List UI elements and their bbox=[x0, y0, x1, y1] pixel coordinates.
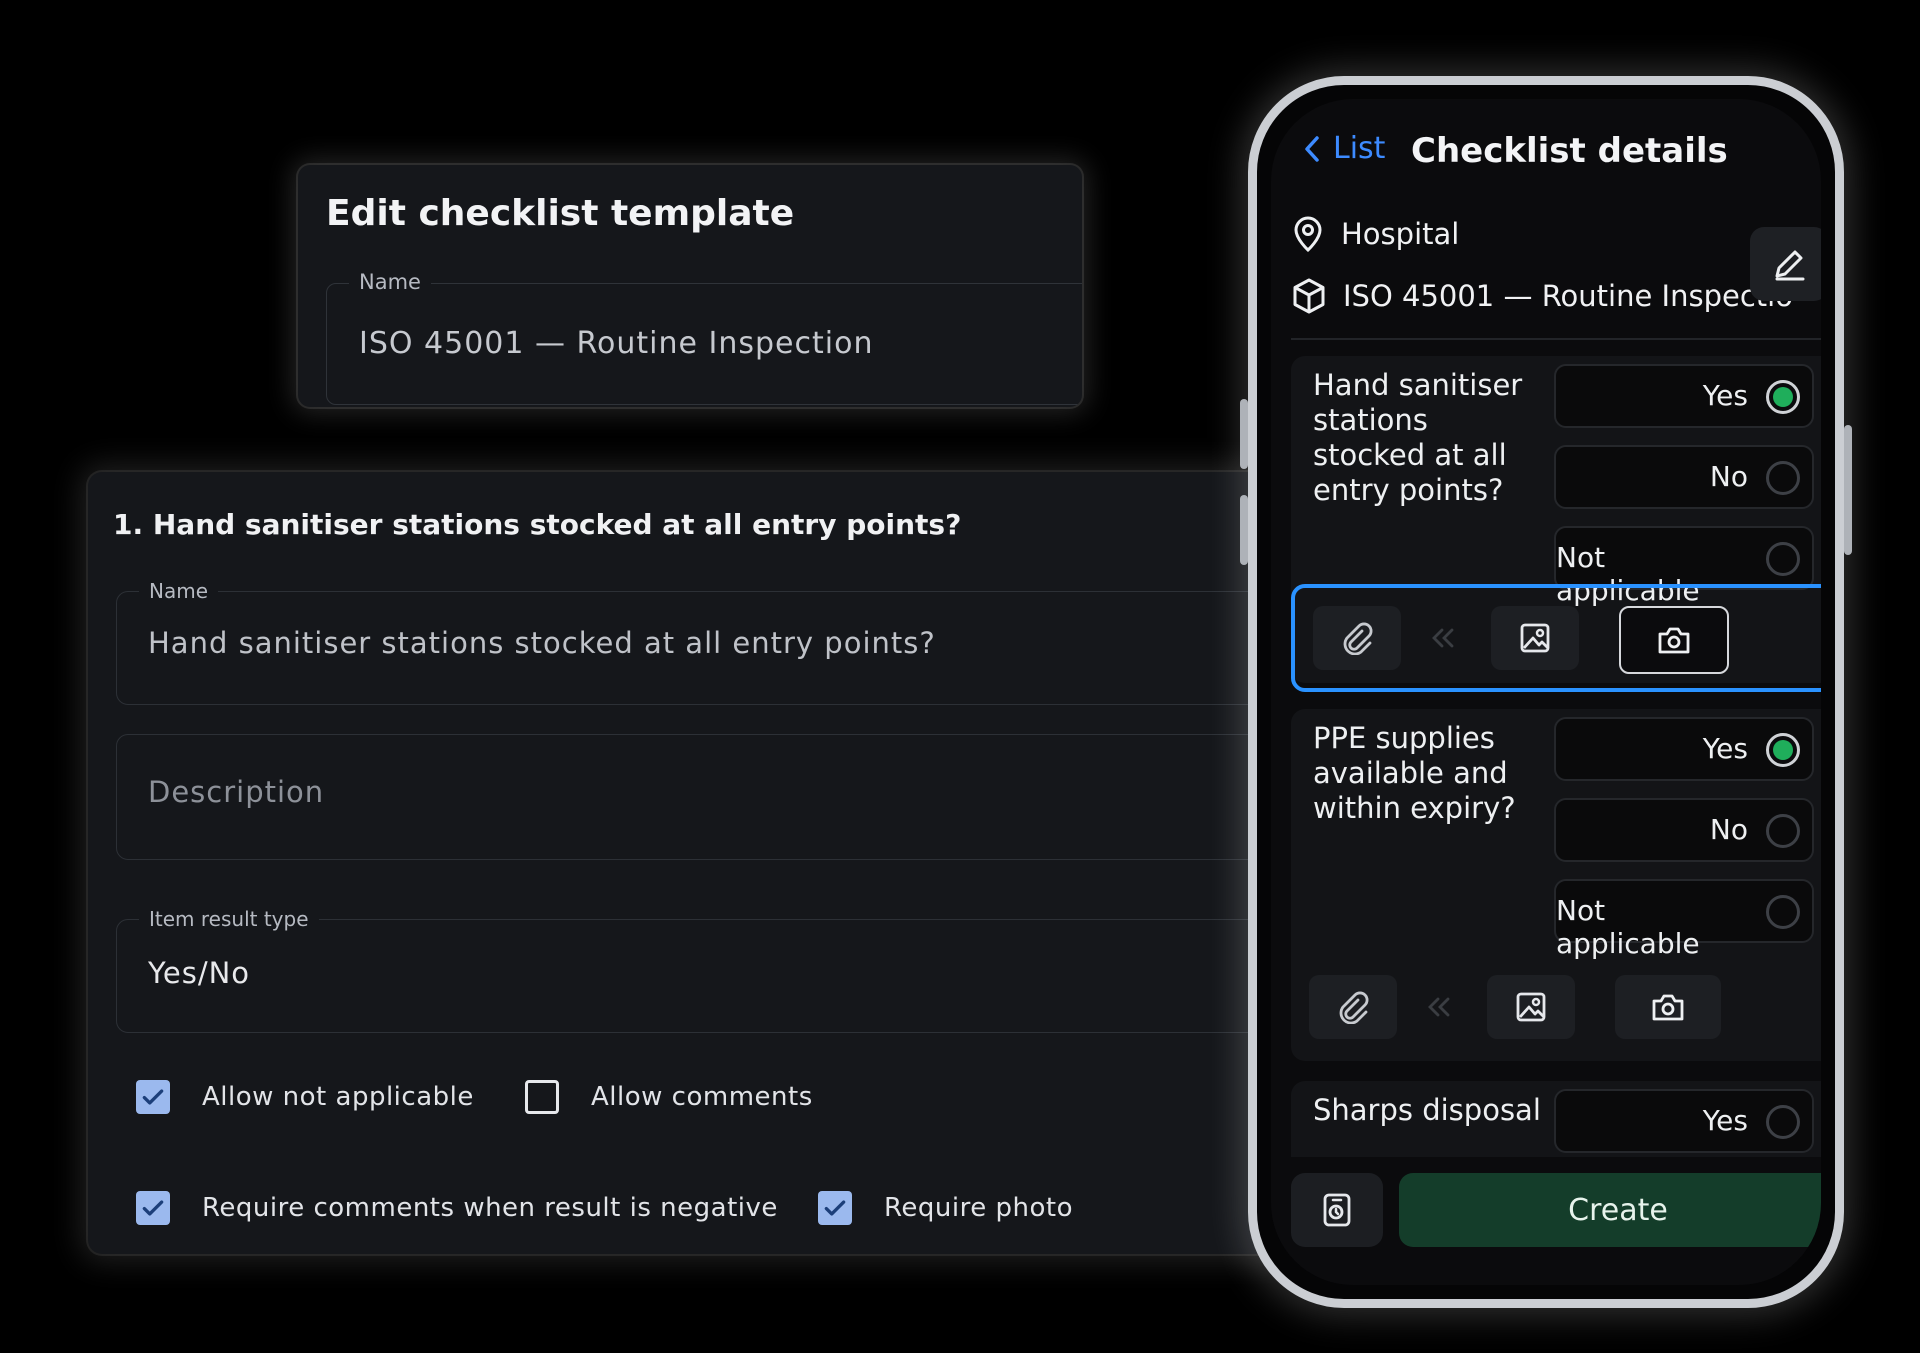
item-result-type-value: Yes/No bbox=[148, 956, 251, 990]
question-text: PPE supplies available and within expiry… bbox=[1313, 721, 1516, 825]
require-photo-checkbox[interactable]: Require photo bbox=[818, 1191, 1073, 1225]
attachment-toolbar bbox=[1291, 584, 1821, 692]
radio-selected-icon[interactable] bbox=[1766, 380, 1800, 414]
option-label: Yes bbox=[1702, 379, 1748, 412]
template-text: ISO 45001 — Routine Inspectio bbox=[1343, 279, 1793, 313]
template-name-field[interactable]: Name ISO 45001 — Routine Inspection bbox=[326, 270, 1082, 405]
option-not-applicable[interactable]: Not applicable bbox=[1554, 879, 1814, 960]
page-title: Checklist details bbox=[1411, 131, 1728, 171]
item-name-field[interactable]: Name Hand sanitiser stations stocked at … bbox=[116, 579, 1288, 705]
phone-screen: List Checklist details Hospital ISO 4500… bbox=[1271, 99, 1821, 1285]
back-label: List bbox=[1333, 131, 1386, 166]
radio-icon[interactable] bbox=[1766, 1105, 1800, 1139]
phone-power-button bbox=[1844, 425, 1852, 555]
bottom-action-bar: Create bbox=[1271, 1157, 1821, 1285]
item-description-field[interactable]: Description bbox=[116, 734, 1288, 860]
item-description-placeholder: Description bbox=[148, 775, 325, 809]
radio-icon[interactable] bbox=[1766, 895, 1800, 929]
item-name-label: Name bbox=[139, 579, 219, 603]
option-label: Not applicable bbox=[1556, 894, 1700, 960]
item-result-type-select[interactable]: Item result type Yes/No bbox=[116, 907, 1288, 1033]
checklist-item-editor: 1. Hand sanitiser stations stocked at al… bbox=[88, 472, 1288, 1254]
item-result-type-label: Item result type bbox=[139, 907, 319, 931]
edit-button[interactable] bbox=[1750, 227, 1821, 301]
phone-side-button bbox=[1240, 495, 1248, 565]
camera-icon bbox=[1656, 624, 1692, 656]
allow-not-applicable-checkbox[interactable]: Allow not applicable bbox=[136, 1080, 474, 1114]
option-yes[interactable]: Yes bbox=[1554, 717, 1814, 781]
chevron-left-icon bbox=[1303, 134, 1321, 164]
double-chevron-left-icon bbox=[1424, 995, 1454, 1019]
paperclip-icon bbox=[1336, 990, 1370, 1024]
collapse-button[interactable] bbox=[1395, 975, 1483, 1039]
add-image-button[interactable] bbox=[1491, 606, 1579, 670]
template-row: ISO 45001 — Routine Inspectio bbox=[1291, 277, 1793, 315]
option-no[interactable]: No bbox=[1554, 798, 1814, 862]
item-heading: 1. Hand sanitiser stations stocked at al… bbox=[113, 508, 962, 541]
pencil-icon bbox=[1769, 244, 1809, 284]
template-name-label: Name bbox=[349, 270, 431, 294]
camera-icon bbox=[1650, 991, 1686, 1023]
option-not-applicable[interactable]: Not applicable bbox=[1554, 526, 1814, 607]
attachment-toolbar bbox=[1291, 957, 1821, 1065]
radio-icon[interactable] bbox=[1766, 461, 1800, 495]
question-text: Hand sanitiser stations stocked at all e… bbox=[1313, 368, 1523, 507]
divider bbox=[1291, 338, 1821, 340]
edit-template-card: Edit checklist template Name ISO 45001 —… bbox=[298, 165, 1082, 407]
require-photo-label: Require photo bbox=[884, 1193, 1073, 1223]
radio-icon[interactable] bbox=[1766, 542, 1800, 576]
option-yes[interactable]: Yes bbox=[1554, 364, 1814, 428]
radio-icon[interactable] bbox=[1766, 814, 1800, 848]
require-comments-negative-checkbox[interactable]: Require comments when result is negative bbox=[136, 1191, 778, 1225]
scan-button[interactable] bbox=[1291, 1173, 1383, 1247]
take-photo-button[interactable] bbox=[1615, 975, 1721, 1039]
image-icon bbox=[1518, 621, 1552, 655]
option-label: Yes bbox=[1702, 1104, 1748, 1137]
scan-icon bbox=[1318, 1190, 1356, 1230]
check-icon[interactable] bbox=[136, 1080, 170, 1114]
radio-selected-icon[interactable] bbox=[1766, 733, 1800, 767]
cube-icon bbox=[1291, 277, 1327, 315]
location-row: Hospital bbox=[1291, 215, 1459, 253]
phone-side-button bbox=[1240, 399, 1248, 469]
allow-comments-checkbox[interactable]: Allow comments bbox=[525, 1080, 813, 1114]
check-icon[interactable] bbox=[136, 1191, 170, 1225]
option-label: No bbox=[1709, 813, 1748, 846]
allow-not-applicable-label: Allow not applicable bbox=[202, 1082, 474, 1112]
option-label: Yes bbox=[1702, 732, 1748, 765]
item-name-value: Hand sanitiser stations stocked at all e… bbox=[148, 626, 936, 660]
create-button[interactable]: Create bbox=[1399, 1173, 1821, 1247]
attach-file-button[interactable] bbox=[1313, 606, 1401, 670]
option-yes[interactable]: Yes bbox=[1554, 1089, 1814, 1153]
option-no[interactable]: No bbox=[1554, 445, 1814, 509]
attach-file-button[interactable] bbox=[1309, 975, 1397, 1039]
option-label: No bbox=[1709, 460, 1748, 493]
question-text: Sharps disposal bbox=[1313, 1093, 1541, 1127]
check-icon[interactable] bbox=[818, 1191, 852, 1225]
checkbox-empty-icon[interactable] bbox=[525, 1080, 559, 1114]
paperclip-icon bbox=[1340, 621, 1374, 655]
double-chevron-left-icon bbox=[1428, 626, 1458, 650]
question-card: PPE supplies available and within expiry… bbox=[1291, 709, 1821, 1061]
back-to-list-button[interactable]: List bbox=[1303, 131, 1385, 166]
template-name-value: ISO 45001 — Routine Inspection bbox=[359, 326, 874, 361]
template-card-title: Edit checklist template bbox=[326, 193, 795, 234]
take-photo-button[interactable] bbox=[1619, 606, 1729, 674]
require-comments-negative-label: Require comments when result is negative bbox=[202, 1193, 778, 1223]
collapse-button[interactable] bbox=[1399, 606, 1487, 670]
image-icon bbox=[1514, 990, 1548, 1024]
location-text: Hospital bbox=[1341, 217, 1460, 251]
phone-mockup: List Checklist details Hospital ISO 4500… bbox=[1240, 76, 1852, 1308]
location-pin-icon bbox=[1291, 215, 1325, 253]
add-image-button[interactable] bbox=[1487, 975, 1575, 1039]
allow-comments-label: Allow comments bbox=[591, 1082, 813, 1112]
